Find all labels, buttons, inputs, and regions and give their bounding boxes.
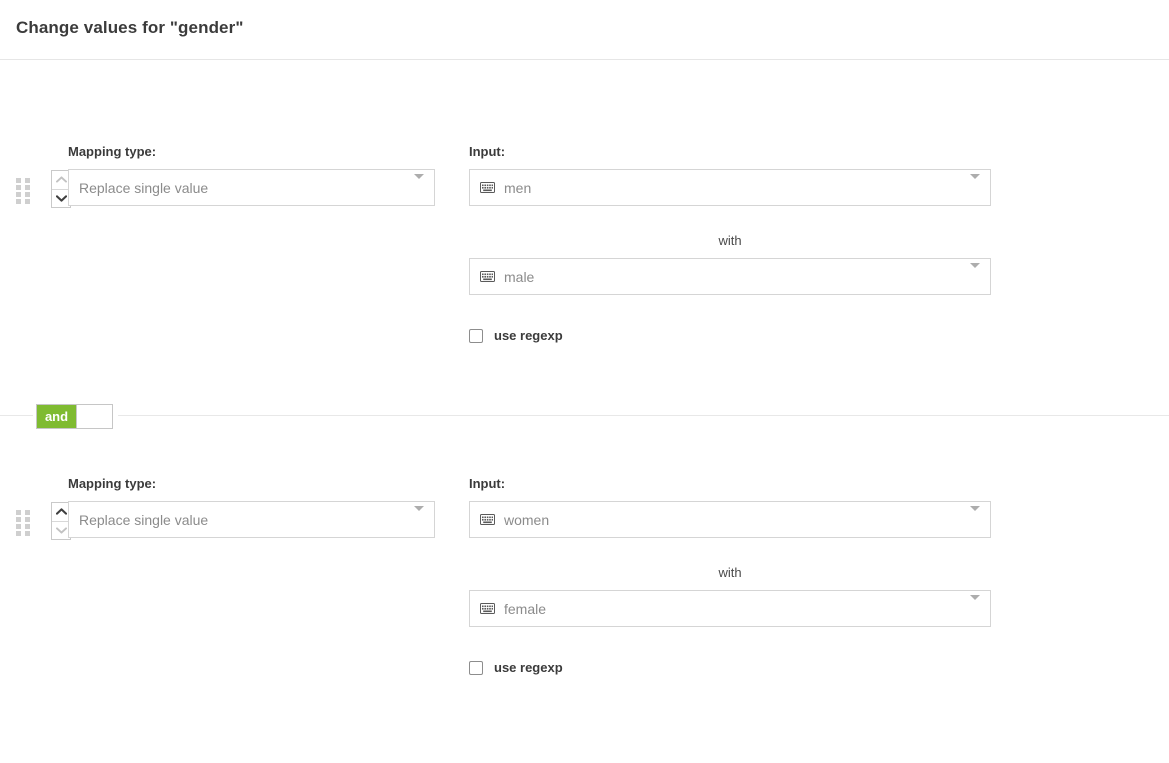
replacement-select[interactable]: male bbox=[469, 258, 991, 295]
rule-connector: and bbox=[0, 404, 1169, 430]
use-regexp-checkbox[interactable] bbox=[469, 661, 483, 675]
input-value: men bbox=[504, 180, 962, 196]
chevron-up-icon bbox=[56, 176, 67, 183]
mapping-type-select[interactable]: Replace single value bbox=[68, 169, 435, 206]
use-regexp-row[interactable]: use regexp bbox=[469, 660, 563, 675]
input-value: women bbox=[504, 512, 962, 528]
change-values-dialog: Change values for "gender" Mapping type:… bbox=[0, 0, 1169, 763]
use-regexp-label[interactable]: use regexp bbox=[494, 660, 563, 675]
input-select[interactable]: men bbox=[469, 169, 991, 206]
drag-handle-icon[interactable] bbox=[16, 510, 30, 536]
connector-or-option[interactable] bbox=[76, 405, 112, 428]
with-label: with bbox=[469, 565, 991, 580]
mapping-type-select[interactable]: Replace single value bbox=[68, 501, 435, 538]
mapping-type-value: Replace single value bbox=[79, 180, 406, 196]
use-regexp-checkbox[interactable] bbox=[469, 329, 483, 343]
page-title: Change values for "gender" bbox=[16, 18, 244, 38]
connector-line-left bbox=[0, 415, 33, 416]
dialog-header: Change values for "gender" bbox=[0, 0, 1169, 60]
keyboard-icon bbox=[480, 182, 495, 193]
use-regexp-row[interactable]: use regexp bbox=[469, 328, 563, 343]
drag-handle-icon[interactable] bbox=[16, 178, 30, 204]
chevron-down-icon bbox=[970, 268, 980, 286]
input-select[interactable]: women bbox=[469, 501, 991, 538]
replacement-select[interactable]: female bbox=[469, 590, 991, 627]
replacement-value: male bbox=[504, 269, 962, 285]
mapping-type-value: Replace single value bbox=[79, 512, 406, 528]
use-regexp-label[interactable]: use regexp bbox=[494, 328, 563, 343]
keyboard-icon bbox=[480, 271, 495, 282]
chevron-up-icon bbox=[56, 508, 67, 515]
chevron-down-icon bbox=[970, 511, 980, 529]
connector-line-right bbox=[118, 415, 1169, 416]
input-label: Input: bbox=[469, 476, 505, 491]
with-label: with bbox=[469, 233, 991, 248]
chevron-down-icon bbox=[56, 527, 67, 534]
chevron-down-icon bbox=[414, 179, 424, 197]
mapping-type-label: Mapping type: bbox=[68, 144, 156, 159]
chevron-down-icon bbox=[970, 179, 980, 197]
connector-and-option[interactable]: and bbox=[37, 405, 76, 428]
replacement-value: female bbox=[504, 601, 962, 617]
input-label: Input: bbox=[469, 144, 505, 159]
chevron-down-icon bbox=[56, 195, 67, 202]
keyboard-icon bbox=[480, 603, 495, 614]
chevron-down-icon bbox=[970, 600, 980, 618]
mapping-type-label: Mapping type: bbox=[68, 476, 156, 491]
chevron-down-icon bbox=[414, 511, 424, 529]
keyboard-icon bbox=[480, 514, 495, 525]
connector-toggle-group[interactable]: and bbox=[36, 404, 113, 429]
